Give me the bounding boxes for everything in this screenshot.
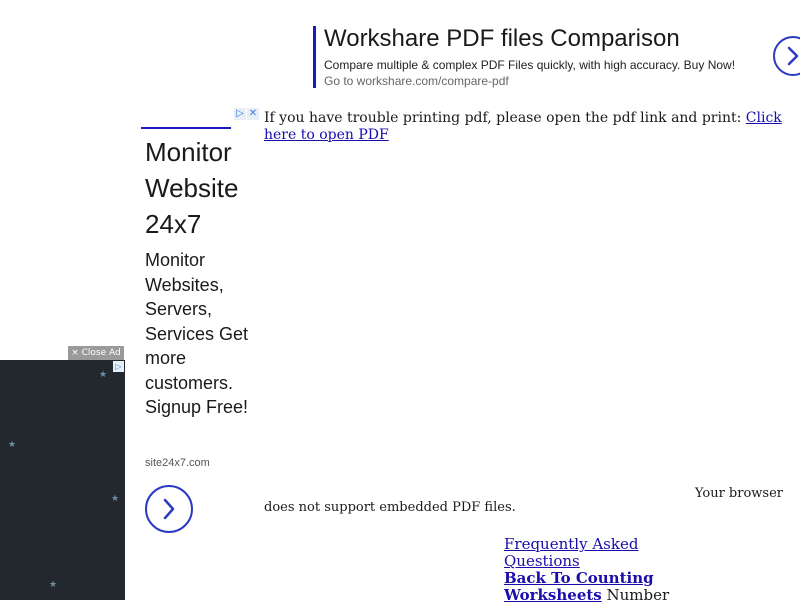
- ad-choices[interactable]: ▷ ✕: [234, 108, 260, 122]
- ad-title[interactable]: Workshare PDF files Comparison: [324, 25, 680, 53]
- ad-body-text: Monitor Websites, Servers, Services Get …: [145, 250, 249, 417]
- footer-links: Frequently Asked Questions Back To Count…: [504, 536, 684, 604]
- browser-note-line1: Your browser: [694, 486, 783, 501]
- ad-arrow-button[interactable]: [145, 485, 193, 533]
- star-icon: ★: [99, 370, 108, 380]
- ad-arrow-button[interactable]: [773, 36, 800, 76]
- star-icon: ★: [49, 580, 58, 590]
- star-icon: ★: [111, 494, 120, 504]
- faq-link[interactable]: Frequently Asked Questions: [504, 535, 638, 570]
- ad-description: Compare multiple & complex PDF Files qui…: [324, 58, 736, 72]
- close-icon[interactable]: ✕: [247, 108, 259, 120]
- adchoices-icon[interactable]: ▷: [113, 361, 124, 372]
- close-ad-button[interactable]: × Close Ad: [68, 346, 124, 360]
- chevron-right-icon: [787, 46, 799, 66]
- star-icon: ★: [8, 440, 17, 450]
- browser-note-line2: does not support embedded PDF files.: [264, 500, 516, 515]
- ad-domain[interactable]: site24x7.com: [145, 457, 210, 469]
- trailing-text: Number: [606, 586, 670, 604]
- side-ad[interactable]: ▷ ✕ Monitor Website 24x7 Monitor Website…: [141, 108, 261, 548]
- adchoices-icon[interactable]: ▷: [234, 108, 246, 120]
- print-note-text: If you have trouble printing pdf, please…: [264, 110, 746, 126]
- ad-url[interactable]: Go to workshare.com/compare-pdf: [324, 74, 509, 88]
- ad-rule: [141, 127, 231, 129]
- chevron-right-icon: [163, 498, 175, 520]
- top-banner-ad[interactable]: Workshare PDF files Comparison Compare m…: [313, 25, 800, 88]
- print-note: If you have trouble printing pdf, please…: [264, 110, 794, 144]
- ad-heading[interactable]: Monitor Website 24x7: [145, 134, 260, 242]
- floating-ad[interactable]: ▷ ★ ★ ★ ★: [0, 360, 125, 600]
